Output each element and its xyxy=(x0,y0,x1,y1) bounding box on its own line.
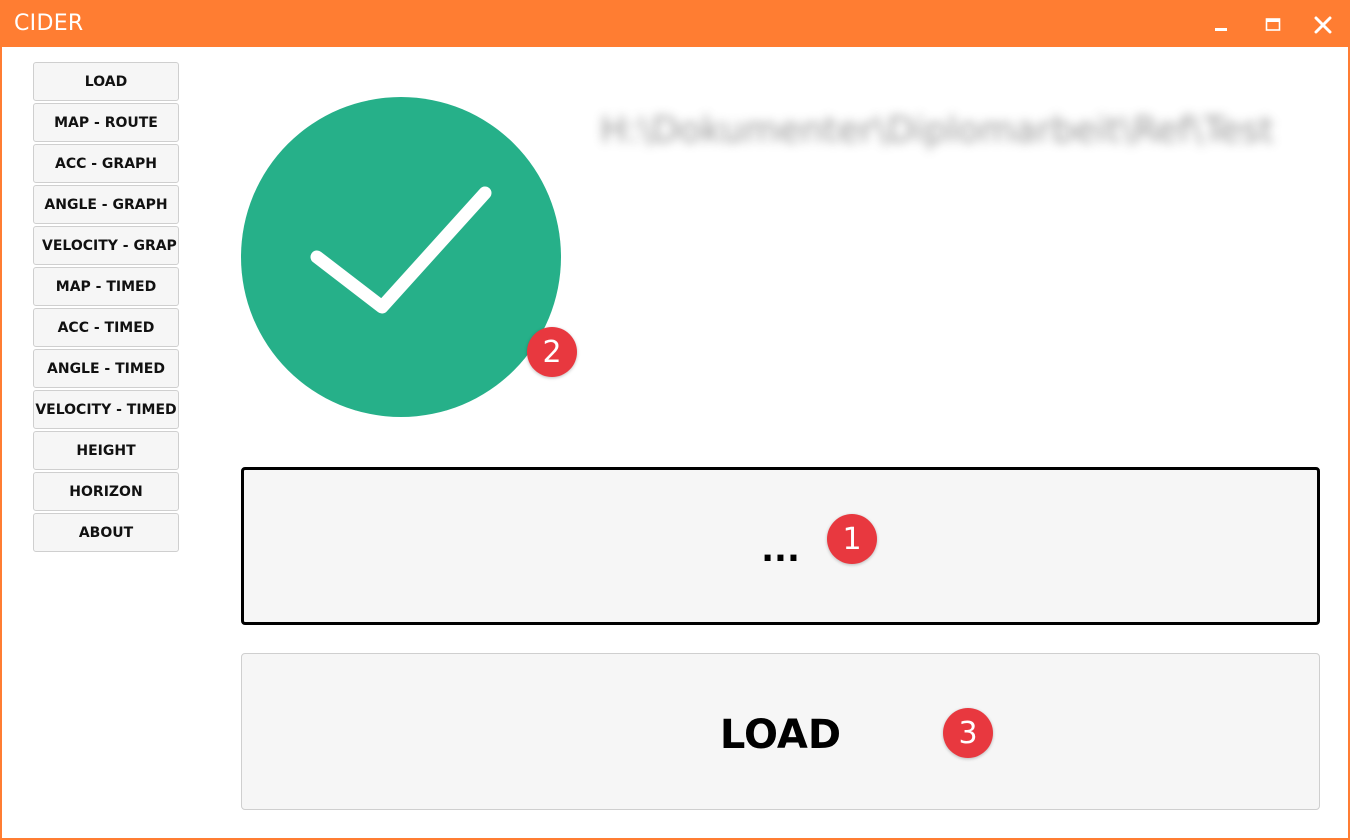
sidebar-item-height[interactable]: HEIGHT xyxy=(33,431,179,470)
app-window: CIDER LOAD MAP - ROUTE ACC - GRAPH ANGLE… xyxy=(0,0,1350,840)
title-bar[interactable]: CIDER xyxy=(2,2,1348,47)
minimize-icon xyxy=(1215,28,1227,31)
step-badge-2: 2 xyxy=(527,327,577,377)
step-badge-1: 1 xyxy=(827,514,877,564)
browse-button-label: ... xyxy=(761,530,800,570)
minimize-button[interactable] xyxy=(1206,10,1236,40)
maximize-icon xyxy=(1265,18,1281,31)
load-button-label: LOAD xyxy=(719,711,842,758)
sidebar-item-map-timed[interactable]: MAP - TIMED xyxy=(33,267,179,306)
sidebar-item-load[interactable]: LOAD xyxy=(33,62,179,101)
load-button[interactable]: LOAD xyxy=(241,653,1320,810)
sidebar-item-about[interactable]: ABOUT xyxy=(33,513,179,552)
sidebar-item-acc-graph[interactable]: ACC - GRAPH xyxy=(33,144,179,183)
sidebar-item-angle-graph[interactable]: ANGLE - GRAPH xyxy=(33,185,179,224)
window-title: CIDER xyxy=(14,11,84,36)
sidebar-item-velocity-timed[interactable]: VELOCITY - TIMED xyxy=(33,390,179,429)
sidebar-item-map-route[interactable]: MAP - ROUTE xyxy=(33,103,179,142)
file-path-label: H:\Dokumenter\Diplomarbeit\Ref\Test xyxy=(600,110,1274,151)
status-check-indicator xyxy=(241,97,561,417)
step-badge-3: 3 xyxy=(943,708,993,758)
sidebar-item-velocity-graph[interactable]: VELOCITY - GRAPH xyxy=(33,226,179,265)
sidebar-item-horizon[interactable]: HORIZON xyxy=(33,472,179,511)
sidebar-item-acc-timed[interactable]: ACC - TIMED xyxy=(33,308,179,347)
status-circle xyxy=(241,97,561,417)
close-button[interactable] xyxy=(1308,10,1338,40)
browse-file-button[interactable]: ... xyxy=(241,467,1320,625)
maximize-button[interactable] xyxy=(1258,10,1288,40)
close-icon xyxy=(1314,16,1332,34)
sidebar-item-angle-timed[interactable]: ANGLE - TIMED xyxy=(33,349,179,388)
